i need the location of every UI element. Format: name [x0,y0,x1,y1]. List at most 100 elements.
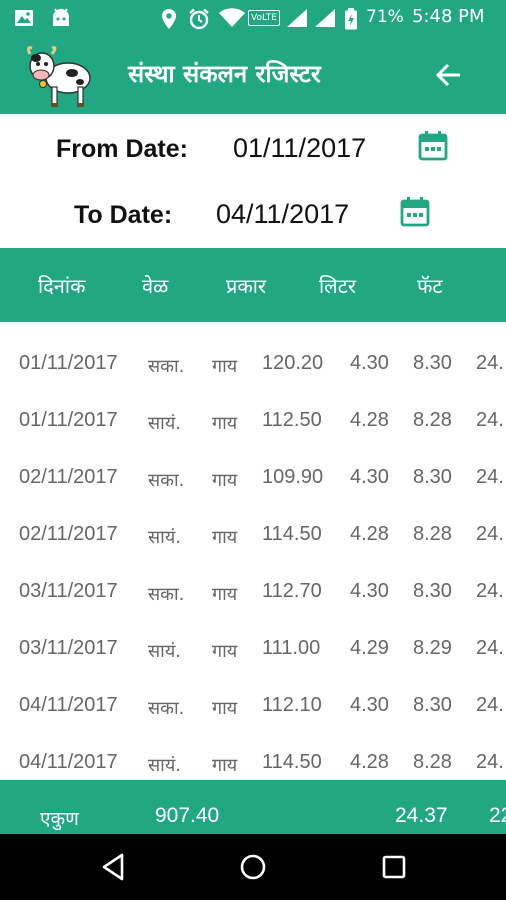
battery-icon [344,8,358,30]
table-row[interactable]: 03/11/2017 सका. गाय 112.70 4.30 8.30 24. [0,550,506,607]
cell-time: सायं. [148,755,181,776]
table-row[interactable]: 04/11/2017 सायं. गाय 114.50 4.28 8.28 24… [0,721,506,778]
total-liters: 907.40 [155,804,220,827]
cell-type: गाय [212,527,238,548]
total-avg: 24.37 [395,804,448,827]
cell-liter: 114.50 [262,523,322,545]
calendar-icon[interactable] [418,130,448,162]
cell-date: 03/11/2017 [19,580,118,602]
cell-snf: 8.30 [413,694,452,716]
cell-fat: 4.30 [350,694,389,716]
cell-rate: 24. [476,580,504,602]
cell-time: सका. [148,356,185,377]
cell-snf: 8.28 [413,523,452,545]
total-amount: 22 [489,804,506,827]
cell-fat: 4.30 [350,580,389,602]
cell-liter: 114.50 [262,751,322,773]
cell-snf: 8.30 [413,466,452,488]
cell-time: सायं. [148,527,181,548]
cell-fat: 4.30 [350,466,389,488]
cell-snf: 8.28 [413,409,452,431]
cell-type: गाय [212,413,238,434]
column-header-liter: लिटर [319,274,356,298]
volte-badge: VoLTE [248,10,280,26]
from-date-field[interactable]: 01/11/2017 [233,133,366,164]
location-icon [160,8,178,30]
cell-type: गाय [212,584,238,605]
column-header-type: प्रकार [226,274,267,298]
cell-liter: 109.90 [262,466,324,488]
totals-bar: एकुण 907.40 24.37 22 [0,780,506,834]
cell-rate: 24. [476,466,504,488]
signal-icon-2 [314,8,336,28]
cell-type: गाय [212,698,238,719]
cell-rate: 24. [476,637,504,659]
cell-time: सायं. [148,413,181,434]
alarm-icon [188,8,210,30]
cell-date: 04/11/2017 [19,694,118,716]
nav-back-icon[interactable] [98,850,132,884]
cow-logo-icon [22,42,94,110]
table-row[interactable]: 02/11/2017 सका. गाय 109.90 4.30 8.30 24. [0,436,506,493]
cell-rate: 24. [476,751,504,773]
cell-fat: 4.28 [350,523,389,545]
cell-fat: 4.30 [350,352,389,374]
navigation-bar [0,834,506,900]
table-row[interactable]: 01/11/2017 सका. गाय 120.20 4.30 8.30 24. [0,322,506,379]
signal-icon [286,8,308,28]
cell-snf: 8.30 [413,352,452,374]
cell-time: सायं. [148,641,181,662]
cell-liter: 112.10 [262,694,322,716]
table-row[interactable]: 02/11/2017 सायं. गाय 114.50 4.28 8.28 24… [0,493,506,550]
clock: 5:48 PM [412,6,485,27]
wifi-icon [218,8,246,28]
cell-liter: 111.00 [262,637,321,659]
cell-type: गाय [212,755,238,776]
column-header-fat: फॅट [417,274,443,298]
nav-recents-icon[interactable] [377,850,411,884]
from-date-row: From Date: 01/11/2017 [0,124,506,174]
cell-rate: 24. [476,409,504,431]
nav-home-icon[interactable] [236,850,270,884]
column-header-date: दिनांक [38,274,86,298]
cell-date: 02/11/2017 [19,523,118,545]
table-row[interactable]: 03/11/2017 सायं. गाय 111.00 4.29 8.29 24… [0,607,506,664]
cell-time: सका. [148,698,185,719]
to-date-field[interactable]: 04/11/2017 [216,199,349,230]
table-row[interactable]: 04/11/2017 सका. गाय 112.10 4.30 8.30 24. [0,664,506,721]
android-icon [50,8,72,28]
cell-snf: 8.29 [413,637,452,659]
app-bar: संस्था संकलन रजिस्टर [0,36,506,114]
cell-type: गाय [212,641,238,662]
cell-fat: 4.29 [350,637,389,659]
image-icon [14,8,34,28]
cell-type: गाय [212,470,238,491]
cell-liter: 120.20 [262,352,324,374]
cell-date: 01/11/2017 [19,352,118,374]
cell-rate: 24. [476,523,504,545]
cell-liter: 112.70 [262,580,322,602]
cell-date: 02/11/2017 [19,466,118,488]
cell-rate: 24. [476,352,504,374]
cell-date: 04/11/2017 [19,751,118,773]
table-body[interactable]: 01/11/2017 सका. गाय 120.20 4.30 8.30 24.… [0,322,506,780]
cell-type: गाय [212,356,238,377]
from-date-label: From Date: [56,135,188,163]
table-row[interactable]: 01/11/2017 सायं. गाय 112.50 4.28 8.28 24… [0,379,506,436]
cell-date: 03/11/2017 [19,637,118,659]
page-title: संस्था संकलन रजिस्टर [128,60,321,88]
cell-time: सका. [148,470,185,491]
calendar-icon[interactable] [400,196,430,228]
table-header: दिनांक वेळ प्रकार लिटर फॅट [0,248,506,322]
to-date-label: To Date: [74,201,173,229]
battery-percent: 71% [366,7,404,27]
to-date-row: To Date: 04/11/2017 [0,190,506,240]
cell-fat: 4.28 [350,751,389,773]
cell-rate: 24. [476,694,504,716]
back-arrow-icon[interactable] [432,58,466,92]
cell-snf: 8.30 [413,580,452,602]
column-header-time: वेळ [142,274,169,298]
cell-fat: 4.28 [350,409,389,431]
status-bar: VoLTE 71% 5:48 PM [0,0,506,36]
cell-time: सका. [148,584,185,605]
